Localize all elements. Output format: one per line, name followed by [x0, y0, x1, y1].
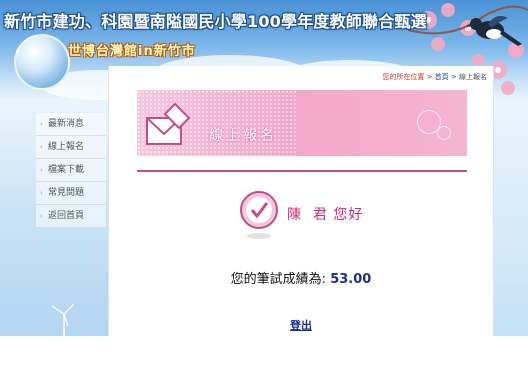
user-name: 陳: [287, 207, 302, 223]
sidebar-item-label: 線上報名: [48, 142, 85, 152]
score-value: 53.00: [330, 272, 372, 287]
main-panel: 您的所在位置 > 首頁 > 線上報名 線上報名 陳 君 您好 您的筆試成績為: …: [108, 66, 494, 336]
logout-link[interactable]: 登出: [290, 319, 312, 332]
section-banner: 線上報名: [137, 90, 467, 156]
sidebar-item-faq[interactable]: › 常見問題: [36, 182, 106, 205]
score-line: 您的筆試成績為: 53.00: [109, 268, 493, 287]
sidebar-item-home[interactable]: › 返回首頁: [36, 205, 106, 228]
sidebar-nav: › 最新消息 › 線上報名 › 檔案下載 › 常見問題 › 返回首頁: [36, 113, 106, 228]
chevron-right-icon: ›: [40, 120, 43, 128]
sidebar-item-label: 返回首頁: [48, 211, 85, 221]
sidebar-item-label: 常見問題: [48, 188, 85, 198]
magpie-bird-icon: [466, 16, 522, 46]
breadcrumb-label: 您的所在位置: [382, 73, 425, 81]
page-footer-area: [0, 336, 528, 386]
chevron-right-icon: ›: [40, 189, 43, 197]
section-divider: [137, 170, 467, 172]
chevron-right-icon: ›: [40, 166, 43, 174]
envelope-pencil-icon: [146, 102, 191, 145]
school-logo-icon: [14, 34, 70, 90]
sidebar-item-online-register[interactable]: › 線上報名: [36, 136, 106, 159]
logout-row: 登出: [109, 317, 493, 333]
sidebar-item-label: 最新消息: [48, 119, 85, 129]
sidebar-item-downloads[interactable]: › 檔案下載: [36, 159, 106, 182]
check-badge-icon: [240, 191, 278, 239]
page-subtitle: 世博台灣館in新竹市: [68, 44, 196, 59]
breadcrumb-separator: >: [424, 73, 435, 81]
sidebar-item-label: 檔案下載: [48, 165, 85, 175]
breadcrumb-current: 線上報名: [459, 73, 487, 81]
score-label: 您的筆試成績為:: [230, 272, 327, 287]
windmill-icon: [51, 303, 75, 336]
chevron-right-icon: ›: [40, 212, 43, 220]
bubble-decoration: [437, 126, 451, 140]
chevron-right-icon: ›: [40, 143, 43, 151]
section-title: 線上報名: [209, 128, 277, 144]
greeting-text: 陳 君 您好: [287, 204, 363, 224]
greeting-suffix: 君 您好: [312, 207, 364, 223]
breadcrumb-home-link[interactable]: 首頁: [435, 73, 449, 81]
breadcrumb-separator: >: [448, 73, 459, 81]
page-title: 新竹市建功、科園暨南隘國民小學100學年度教師聯合甄選: [4, 12, 427, 31]
sidebar-item-news[interactable]: › 最新消息: [36, 113, 106, 136]
breadcrumb: 您的所在位置 > 首頁 > 線上報名: [382, 72, 487, 82]
